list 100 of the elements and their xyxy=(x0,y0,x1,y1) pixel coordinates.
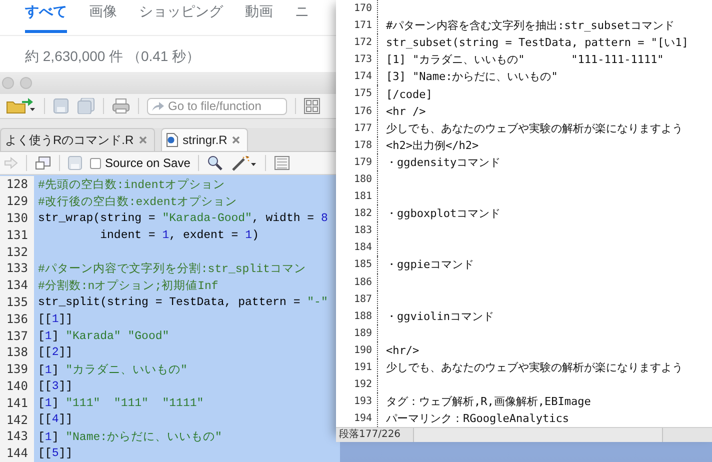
search-tab[interactable]: ショッピング xyxy=(139,0,223,33)
code-line: [[1]] xyxy=(37,312,73,326)
wand-icon[interactable] xyxy=(231,155,258,172)
line-number: 133 xyxy=(0,260,34,278)
line-number: 143 xyxy=(0,428,34,446)
window-control[interactable] xyxy=(20,77,32,90)
file-tab[interactable]: よく使うRのコマンド.R xyxy=(0,128,155,152)
line-number: 144 xyxy=(0,445,34,462)
print-icon[interactable] xyxy=(112,98,130,114)
line-number: 185 xyxy=(336,256,378,274)
save-icon[interactable] xyxy=(68,156,82,170)
line-number: 182 xyxy=(336,205,378,222)
code-line: [[2]] xyxy=(37,346,73,360)
line-number: 180 xyxy=(336,170,378,188)
line-number: 139 xyxy=(0,361,34,378)
line-number: 184 xyxy=(336,239,378,256)
line-number: 138 xyxy=(0,344,34,362)
code-line: str_split(string = TestData, pattern = "-" xyxy=(37,296,328,309)
line-number: 191 xyxy=(336,358,378,376)
line-number: 142 xyxy=(0,412,34,428)
line-number: 192 xyxy=(336,376,378,394)
line-number: 134 xyxy=(0,277,34,294)
text-line: パーマリンク：RGoogleAnalytics xyxy=(385,411,569,426)
line-number: 141 xyxy=(0,394,34,412)
line-number: 193 xyxy=(336,393,378,410)
line-number: 170 xyxy=(336,0,378,18)
close-icon[interactable] xyxy=(138,136,147,144)
line-number: 189 xyxy=(336,324,378,342)
text-line: str_subset(string = TestData, pattern = "[い1] xyxy=(385,35,688,50)
arrow-icon xyxy=(152,101,164,112)
text-line: #パターン内容を含む文字列を抽出:str_subsetコマンド xyxy=(385,18,674,34)
file-tab[interactable]: stringr.R xyxy=(160,128,248,152)
window-control[interactable] xyxy=(2,77,14,90)
text-line: [1] "カラダニ、いいもの" "111-111-1111" xyxy=(385,52,664,68)
code-line: #パターン内容で文字列を分割:str_splitコマン xyxy=(37,261,306,276)
line-number: 178 xyxy=(336,136,378,154)
line-number: 181 xyxy=(336,188,378,206)
line-number: 190 xyxy=(336,342,378,359)
search-icon[interactable] xyxy=(207,155,224,172)
code-line: [[5]] xyxy=(37,447,73,460)
r-file-icon xyxy=(166,133,178,148)
line-number: 171 xyxy=(336,17,378,34)
code-line: #先頭の空白数:indentオプション xyxy=(37,177,226,192)
line-number: 188 xyxy=(336,308,378,325)
save-icon[interactable] xyxy=(53,98,69,114)
text-line: ・ggdensityコマンド xyxy=(385,154,501,170)
code-line: str_wrap(string = "Karada-Good", width = 8 xyxy=(37,212,328,225)
line-number: 137 xyxy=(0,328,34,344)
line-number: 183 xyxy=(336,222,378,240)
line-number: 131 xyxy=(0,226,34,244)
line-number: 129 xyxy=(0,193,34,210)
code-line: [1] "111" "111" "1111" xyxy=(37,396,204,410)
line-number: 187 xyxy=(336,290,378,308)
text-line: [3] "Name:からだに、いいもの" xyxy=(385,69,558,84)
text-line: 少しでも、あなたのウェブや実験の解析が楽になりますよう xyxy=(385,360,683,376)
notes-icon[interactable] xyxy=(274,156,290,170)
code-line: [1] "Karada" "Good" xyxy=(37,330,170,342)
result-stats: 約 2,630,000 件 （0.41 秒） xyxy=(25,48,200,66)
line-number: 135 xyxy=(0,294,34,311)
search-tab[interactable]: ニ xyxy=(295,0,309,33)
save-all-icon[interactable] xyxy=(77,98,95,114)
text-line: [/code] xyxy=(385,88,432,101)
source-on-save-checkbox[interactable]: Source on Save xyxy=(90,156,190,170)
text-line: <h2>出力例</h2> xyxy=(385,138,479,153)
text-line: ・ggboxplotコマンド xyxy=(385,206,501,222)
line-number: 140 xyxy=(0,378,34,395)
code-line: [1] "Name:からだに、いいもの" xyxy=(37,430,222,444)
code-line: [[3]] xyxy=(37,380,73,393)
line-number: 175 xyxy=(336,85,378,103)
line-number: 177 xyxy=(336,120,378,137)
text-line: <hr /> xyxy=(385,104,426,118)
text-line: ・ggpieコマンド xyxy=(385,257,474,272)
folder-icon[interactable] xyxy=(6,98,36,114)
text-line: ・ggviolinコマンド xyxy=(385,308,494,324)
line-number: 176 xyxy=(336,102,378,120)
text-line: <hr/> xyxy=(385,344,420,357)
line-number: 136 xyxy=(0,310,34,328)
line-number: 174 xyxy=(336,68,378,86)
code-line: #分割数:nオプション;初期値Inf xyxy=(37,278,218,294)
window-icon[interactable] xyxy=(35,156,51,170)
code-line: [1] "カラダニ、いいもの" xyxy=(37,362,188,378)
line-number: 172 xyxy=(336,34,378,52)
code-line: indent = 1, exdent = 1) xyxy=(99,228,259,242)
text-line: タグ：ウェブ解析,R,画像解析,EBImage xyxy=(385,394,591,410)
line-number: 179 xyxy=(336,154,378,171)
forward-arrow-icon[interactable] xyxy=(4,157,18,170)
go-to-file-field[interactable]: Go to file/function xyxy=(147,98,287,115)
search-tab[interactable]: すべて xyxy=(25,0,67,33)
line-number: 173 xyxy=(336,51,378,68)
code-line: [[4]] xyxy=(37,413,73,426)
line-number: 132 xyxy=(0,244,34,260)
search-tab[interactable]: 動画 xyxy=(245,0,273,33)
code-line: #改行後の空白数:exdentオプション xyxy=(37,194,238,210)
text-line: 少しでも、あなたのウェブや実験の解析が楽になりますよう xyxy=(385,120,683,136)
line-number: 130 xyxy=(0,210,34,227)
grid-icon[interactable] xyxy=(304,98,320,114)
search-tab[interactable]: 画像 xyxy=(89,0,117,33)
line-number: 186 xyxy=(336,274,378,291)
close-icon[interactable] xyxy=(232,136,240,144)
line-number: 128 xyxy=(0,176,34,194)
